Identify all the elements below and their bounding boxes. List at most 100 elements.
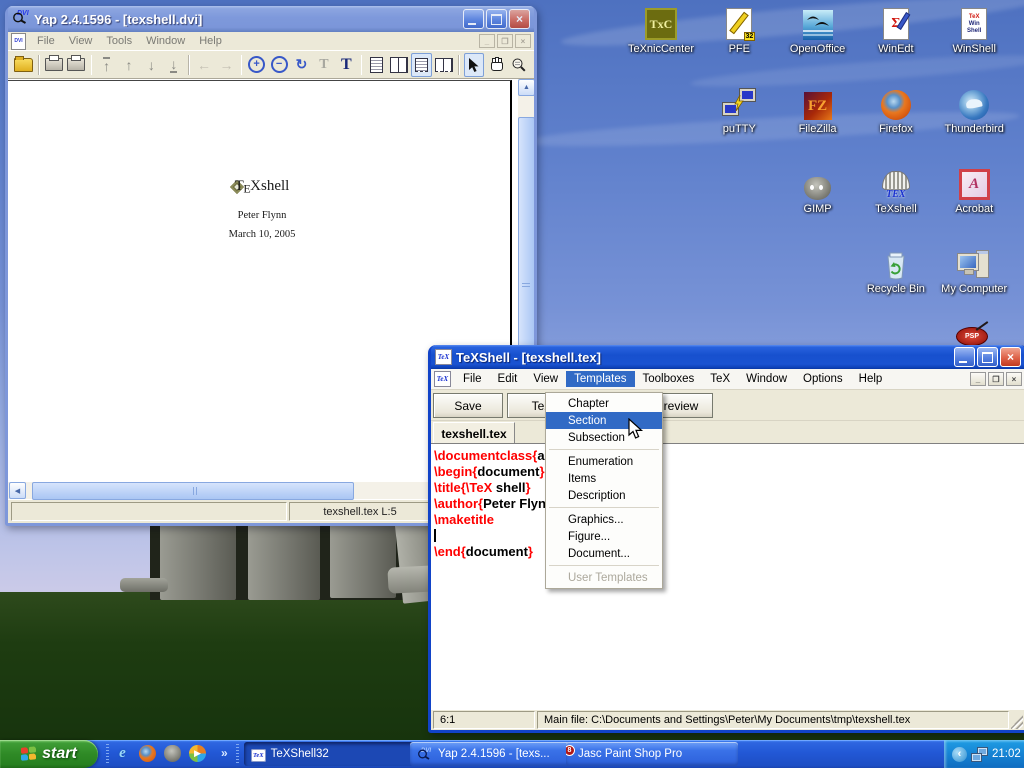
taskbar-divider — [236, 744, 239, 764]
texshell-menu-options[interactable]: Options — [795, 371, 851, 387]
texshell-menu-help[interactable]: Help — [851, 371, 891, 387]
texshell-titlebar[interactable]: TeX TeXShell - [texshell.tex] × — [431, 345, 1024, 369]
mdi-restore-icon[interactable]: ❐ — [497, 34, 513, 48]
texshell-menu-tex[interactable]: TeX — [702, 371, 738, 387]
continuous-view-icon[interactable] — [411, 53, 431, 77]
mdi-close-icon[interactable]: × — [1006, 372, 1022, 386]
desktop-icon-recyclebin[interactable]: Recycle Bin — [857, 246, 935, 295]
texshell-menu-file[interactable]: File — [455, 371, 490, 387]
desktop-icon-thunderbird[interactable]: Thunderbird — [935, 86, 1013, 135]
continuous-facing-view-icon[interactable] — [434, 53, 454, 77]
yap-menu-view[interactable]: View — [62, 34, 100, 48]
print-icon[interactable] — [44, 53, 64, 77]
desktop-icon-winshell[interactable]: TeXWinShellWinShell — [935, 6, 1013, 55]
desktop-icon-acrobat[interactable]: AAcrobat — [935, 166, 1013, 215]
previous-page-icon[interactable]: ↑ — [119, 53, 139, 77]
next-page-icon[interactable]: ↓ — [141, 53, 161, 77]
desktop-icon-openoffice[interactable]: OpenOffice — [779, 6, 857, 55]
menu-item-section[interactable]: Section — [546, 412, 662, 429]
scroll-left-icon[interactable]: ◀ — [9, 482, 26, 499]
desktop-icon-texshell[interactable]: TEXTeXshell — [857, 166, 935, 215]
texshell-menu-edit[interactable]: Edit — [490, 371, 526, 387]
code-editor[interactable]: \documentclass{a\begin{document}\title{\… — [431, 443, 1024, 709]
forward-icon[interactable]: → — [216, 53, 236, 77]
single-page-view-icon[interactable] — [366, 53, 386, 77]
magnifier-tool-icon[interactable] — [509, 53, 529, 77]
menu-item-chapter[interactable]: Chapter — [546, 395, 662, 412]
resize-grip[interactable] — [1011, 711, 1023, 729]
firefox-icon[interactable] — [139, 745, 156, 762]
save-button[interactable]: Save — [433, 393, 503, 418]
texshell-minimize-button[interactable] — [954, 347, 975, 367]
taskbar-button-texshell[interactable]: TeXTeXShell32 — [244, 742, 420, 766]
desktop: TxCTeXnicCenter32PFEOpenOfficeΣWinEdtTeX… — [0, 0, 1024, 768]
print-all-icon[interactable] — [66, 53, 86, 77]
desktop-icon-label: puTTY — [700, 123, 778, 135]
text-tool-icon[interactable]: T — [336, 53, 356, 77]
scrollbar-thumb[interactable] — [32, 482, 354, 500]
back-icon[interactable]: ← — [194, 53, 214, 77]
open-file-icon[interactable] — [13, 53, 34, 77]
yap-menu-tools[interactable]: Tools — [99, 34, 139, 48]
menu-item-items[interactable]: Items — [546, 470, 662, 487]
menu-item-enumeration[interactable]: Enumeration — [546, 453, 662, 470]
last-page-icon[interactable]: ↓ — [164, 53, 184, 77]
quick-launch-bar: e▶ — [114, 745, 206, 762]
hand-tool-icon[interactable] — [486, 53, 506, 77]
select-tool-icon[interactable] — [464, 53, 484, 77]
yap-minimize-button[interactable] — [463, 9, 484, 29]
tray-collapse-icon[interactable]: ‹ — [952, 747, 967, 762]
taskbar-clock: 21:02 — [992, 748, 1021, 760]
start-button[interactable]: start — [0, 740, 98, 768]
internet-explorer-icon[interactable]: e — [114, 745, 131, 762]
texshell-menu-window[interactable]: Window — [738, 371, 795, 387]
taskbar-button-psp[interactable]: 8Jasc Paint Shop Pro — [566, 742, 738, 766]
menu-item-description[interactable]: Description — [546, 487, 662, 504]
zoom-out-icon[interactable]: − — [269, 53, 289, 77]
media-player-icon[interactable]: ▶ — [189, 745, 206, 762]
desktop-icon-winedt[interactable]: ΣWinEdt — [857, 6, 935, 55]
gimp-icon[interactable] — [164, 745, 181, 762]
desktop-icon-gimp[interactable]: GIMP — [779, 166, 857, 215]
facing-pages-view-icon[interactable] — [389, 53, 409, 77]
yap-menu-file[interactable]: File — [30, 34, 62, 48]
mdi-restore-icon[interactable]: ❐ — [988, 372, 1004, 386]
redraw-icon[interactable]: ↻ — [291, 53, 311, 77]
scroll-up-icon[interactable]: ▲ — [518, 79, 534, 96]
desktop-icon-paint-shop-pro[interactable]: PSP — [956, 327, 988, 346]
desktop-icon-texniccenter[interactable]: TxCTeXnicCenter — [622, 6, 700, 55]
mdi-close-icon[interactable]: × — [515, 34, 531, 48]
menu-item-figure[interactable]: Figure... — [546, 528, 662, 545]
menu-item-graphics[interactable]: Graphics... — [546, 511, 662, 528]
first-page-icon[interactable]: ↑ — [96, 53, 116, 77]
desktop-icon-mycomputer[interactable]: My Computer — [935, 246, 1013, 295]
taskbar-button-yap[interactable]: DVIYap 2.4.1596 - [texs... — [410, 742, 576, 766]
texshell-close-button[interactable]: × — [1000, 347, 1021, 367]
texshell-menu-templates[interactable]: Templates — [566, 371, 634, 387]
texshell-menu-view[interactable]: View — [525, 371, 566, 387]
menu-item-subsection[interactable]: Subsection — [546, 429, 662, 446]
taskbar-divider — [106, 744, 109, 764]
texshell-maximize-button[interactable] — [977, 347, 998, 367]
desktop-icon-putty[interactable]: puTTY — [700, 86, 778, 135]
desktop-icon-pfe[interactable]: 32PFE — [700, 6, 778, 55]
task-button-label: Yap 2.4.1596 - [texs... — [438, 748, 550, 760]
desktop-icon-filezilla[interactable]: FZFileZilla — [779, 86, 857, 135]
tab-texshell-tex[interactable]: texshell.tex — [433, 422, 515, 444]
mdi-minimize-icon[interactable]: _ — [970, 372, 986, 386]
quick-launch-overflow-icon[interactable]: » — [221, 746, 228, 760]
yap-maximize-button[interactable] — [486, 9, 507, 29]
zoom-in-icon[interactable]: + — [246, 53, 266, 77]
yap-close-button[interactable]: × — [509, 9, 530, 29]
menu-item-document[interactable]: Document... — [546, 545, 662, 562]
menu-item-user-templates: User Templates — [546, 569, 662, 586]
yap-menu-help[interactable]: Help — [192, 34, 229, 48]
texshell-menu-toolboxes[interactable]: Toolboxes — [635, 371, 703, 387]
ruler-tool-icon[interactable]: T — [314, 53, 334, 77]
yap-menu-window[interactable]: Window — [139, 34, 192, 48]
yap-titlebar[interactable]: DVI Yap 2.4.1596 - [texshell.dvi] × — [8, 6, 534, 32]
desktop-icon-firefox[interactable]: Firefox — [857, 86, 935, 135]
openoffice-icon — [779, 6, 857, 40]
network-status-icon[interactable] — [971, 747, 988, 762]
mdi-minimize-icon[interactable]: _ — [479, 34, 495, 48]
